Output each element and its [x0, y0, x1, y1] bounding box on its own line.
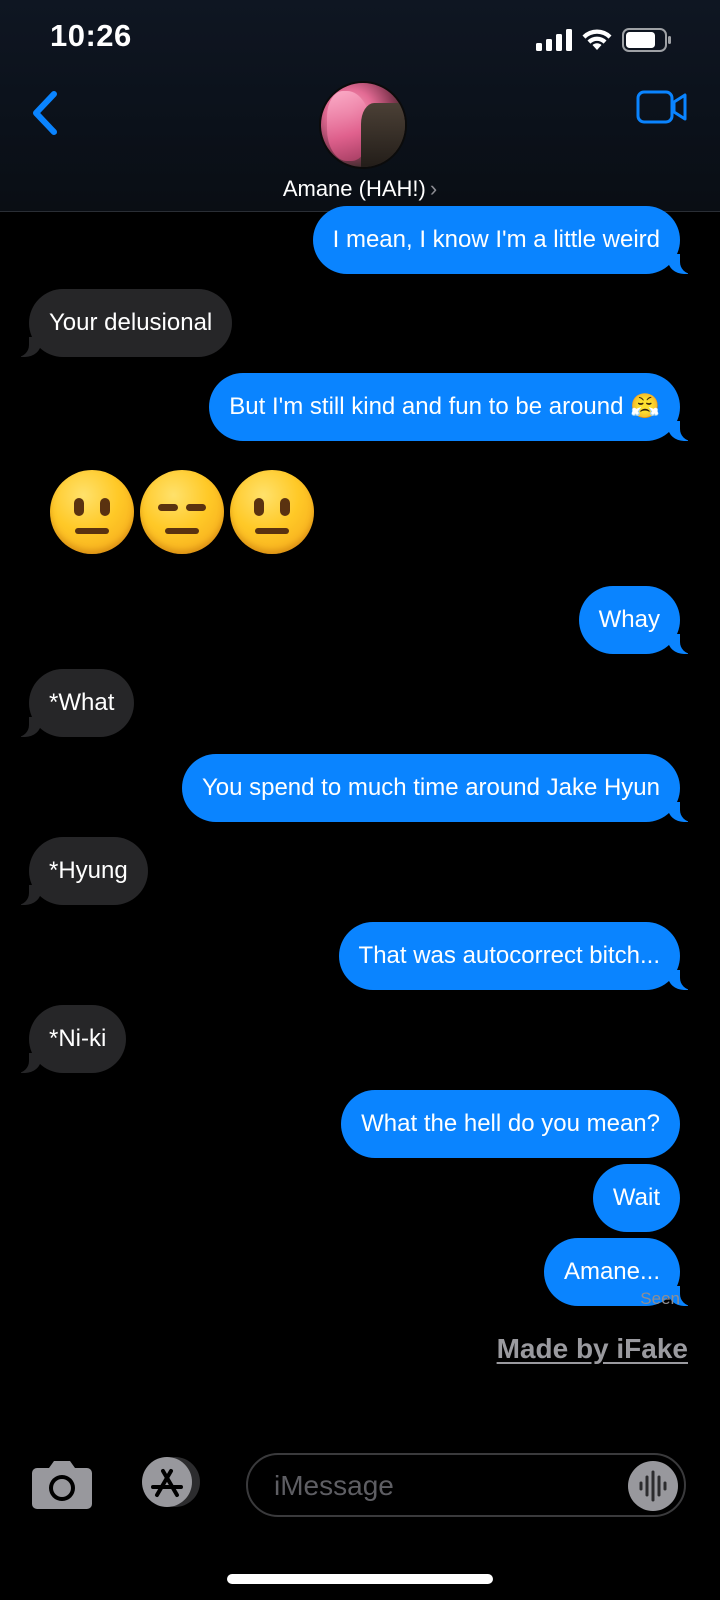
message-bubble-outgoing[interactable]: Whay	[578, 586, 701, 654]
avatar-coat	[361, 103, 405, 167]
message-bubble-incoming[interactable]: *Ni-ki	[8, 1005, 127, 1073]
video-camera-icon	[636, 90, 687, 124]
message-bubble-incoming[interactable]: *Hyung	[9, 837, 148, 905]
audio-message-button[interactable]	[628, 1461, 678, 1511]
message-bubble-incoming[interactable]: *What	[8, 669, 135, 737]
contact-name-link[interactable]: Amane (HAH!) ›	[0, 176, 720, 202]
input-placeholder: iMessage	[274, 1470, 394, 1501]
message-bubble-outgoing[interactable]: That was autocorrect bitch...	[338, 922, 701, 990]
read-receipt: Seen	[640, 1289, 680, 1308]
message-bubble-outgoing[interactable]: I mean, I know I'm a little weird	[312, 206, 701, 274]
message-bubble-incoming[interactable]: Your delusional	[8, 289, 233, 357]
neutral-face-emoji-icon	[50, 470, 134, 554]
back-chevron-icon	[33, 91, 57, 135]
contact-name: Amane (HAH!)	[282, 176, 426, 201]
app-store-button[interactable]	[135, 1455, 205, 1509]
neutral-face-emoji-icon	[230, 470, 314, 554]
message-bubble-outgoing[interactable]: What the hell do you mean?	[341, 1090, 680, 1158]
contact-avatar[interactable]	[319, 81, 407, 169]
app-store-icon	[142, 1457, 200, 1507]
camera-icon	[32, 1461, 92, 1509]
status-time: 10:26	[50, 18, 132, 53]
message-bubble-outgoing[interactable]: You spend to much time around Jake Hyun	[181, 754, 701, 822]
chevron-right-icon: ›	[429, 176, 438, 201]
facetime-video-button[interactable]	[636, 90, 688, 124]
conversation-header: 10:26 Amane (HAH!) ›	[0, 0, 720, 212]
expressionless-face-emoji-icon	[140, 470, 224, 554]
camera-button[interactable]	[31, 1458, 93, 1510]
home-indicator[interactable]	[227, 1574, 493, 1584]
emoji-message[interactable]	[50, 470, 320, 560]
cellular-signal-icon	[536, 29, 572, 51]
message-bubble-outgoing[interactable]: But I'm still kind and fun to be around …	[209, 373, 700, 441]
back-button[interactable]	[26, 86, 66, 140]
audio-waveform-icon	[639, 1470, 667, 1502]
battery-icon	[622, 28, 671, 52]
imessage-input[interactable]: iMessage	[246, 1453, 686, 1517]
message-bubble-outgoing[interactable]: Wait	[592, 1164, 680, 1232]
wifi-icon	[582, 29, 612, 50]
status-icons	[536, 28, 672, 52]
watermark-link[interactable]: Made by iFake	[497, 1333, 688, 1365]
